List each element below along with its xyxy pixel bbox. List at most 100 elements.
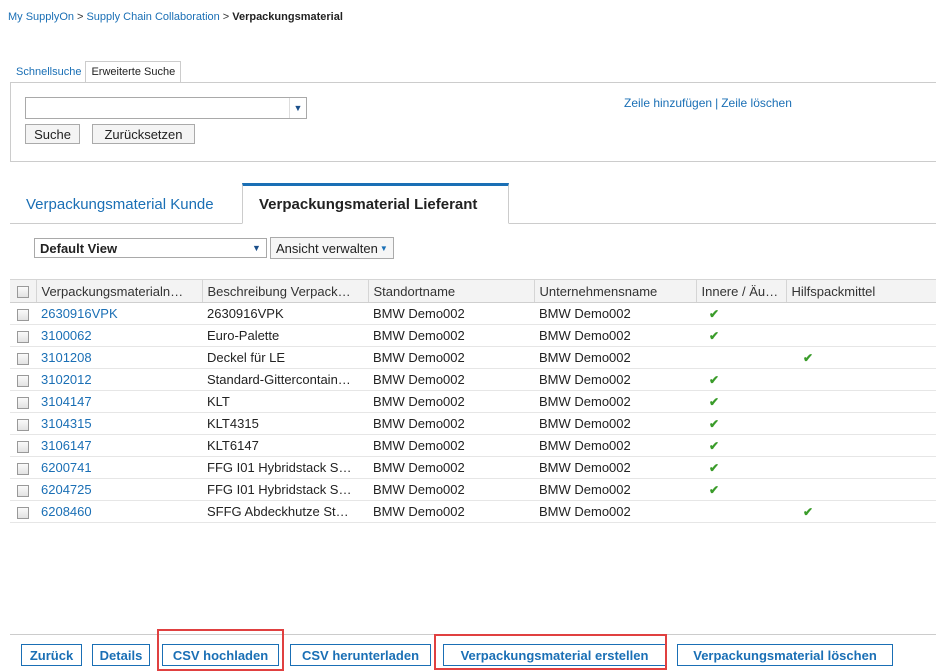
checkmark-icon: ✔ (709, 439, 720, 453)
row-checkbox[interactable] (10, 434, 36, 457)
column-header-company-name[interactable]: Unternehmensname (534, 279, 697, 303)
material-number-link[interactable]: 6200741 (36, 456, 202, 479)
column-header-description[interactable]: Beschreibung Verpack… (202, 279, 369, 303)
table-row[interactable]: 3100062 Euro-Palette BMW Demo002 BMW Demo00… (10, 324, 936, 347)
table-row[interactable]: 3102012 Standard-Gittercontain… BMW Demo00… (10, 368, 936, 391)
row-checkbox[interactable] (10, 390, 36, 413)
tab-quick-search[interactable]: Schnellsuche (11, 62, 85, 82)
material-number-link[interactable]: 3101208 (36, 346, 202, 369)
checkmark-icon: ✔ (709, 417, 720, 431)
back-button[interactable]: Zurück (21, 644, 82, 666)
table-row[interactable]: 3104147 KLT BMW Demo002 BMW Demo002 ✔ (10, 390, 936, 413)
column-header-aux-packaging[interactable]: Hilfspackmittel (786, 279, 936, 303)
table-row[interactable]: 3106147 KLT6147 BMW Demo002 BMW Demo002 ✔ (10, 434, 936, 457)
company-name-cell: BMW Demo002 (534, 346, 696, 369)
material-number-link[interactable]: 3106147 (36, 434, 202, 457)
search-button[interactable]: Suche (25, 124, 80, 144)
inner-outer-cell (696, 500, 786, 523)
material-number-link[interactable]: 3100062 (36, 324, 202, 347)
tab-packaging-customer[interactable]: Verpackungsmaterial Kunde (10, 185, 242, 223)
description-cell: FFG I01 Hybridstack S… (202, 456, 368, 479)
material-number-link[interactable]: 6204725 (36, 478, 202, 501)
checkmark-icon: ✔ (709, 461, 720, 475)
breadcrumb-current: Verpackungsmaterial (232, 11, 343, 23)
site-name-cell: BMW Demo002 (368, 434, 534, 457)
aux-packaging-cell: ✔ (786, 346, 936, 369)
main-tabs: Verpackungsmaterial Kunde Verpackungsmat… (10, 183, 936, 224)
company-name-cell: BMW Demo002 (534, 500, 696, 523)
breadcrumb-supply-chain-collaboration[interactable]: Supply Chain Collaboration (86, 11, 219, 23)
checkmark-icon: ✔ (709, 373, 720, 387)
checkbox-icon (17, 440, 29, 453)
checkbox-icon (17, 418, 29, 431)
site-name-cell: BMW Demo002 (368, 390, 534, 413)
chevron-down-icon[interactable]: ▼ (289, 98, 306, 118)
select-all-checkbox[interactable] (10, 279, 37, 303)
material-number-link[interactable]: 3104315 (36, 412, 202, 435)
manage-view-button[interactable]: Ansicht verwalten ▼ (270, 237, 394, 259)
row-checkbox[interactable] (10, 368, 36, 391)
table-row[interactable]: 3104315 KLT4315 BMW Demo002 BMW Demo002 ✔ (10, 412, 936, 435)
table-row[interactable]: 6200741 FFG I01 Hybridstack S… BMW Demo002… (10, 456, 936, 479)
column-header-site-name[interactable]: Standortname (368, 279, 535, 303)
checkmark-icon: ✔ (803, 505, 814, 519)
checkbox-icon (17, 506, 29, 519)
site-name-cell: BMW Demo002 (368, 302, 534, 325)
row-actions-separator: | (715, 96, 719, 110)
table-header-row: Verpackungsmaterialn… Beschreibung Verpa… (10, 279, 936, 303)
add-row-link[interactable]: Zeile hinzufügen (624, 96, 712, 110)
checkbox-icon (17, 374, 29, 387)
reset-button[interactable]: Zurücksetzen (92, 124, 195, 144)
breadcrumb-my-supplyon[interactable]: My SupplyOn (8, 11, 74, 23)
inner-outer-cell: ✔ (696, 478, 786, 501)
row-checkbox[interactable] (10, 302, 36, 325)
delete-packaging-button[interactable]: Verpackungsmaterial löschen (677, 644, 893, 666)
row-checkbox[interactable] (10, 478, 36, 501)
details-button[interactable]: Details (92, 644, 150, 666)
inner-outer-cell: ✔ (696, 434, 786, 457)
table-row[interactable]: 6208460 SFFG Abdeckhutze St… BMW Demo002 BM… (10, 500, 936, 523)
material-number-link[interactable]: 3104147 (36, 390, 202, 413)
manage-view-label: Ansicht verwalten (276, 240, 378, 256)
aux-packaging-cell (786, 302, 936, 325)
material-number-link[interactable]: 2630916VPK (36, 302, 202, 325)
csv-download-button[interactable]: CSV herunterladen (290, 644, 431, 666)
column-header-inner-outer[interactable]: Innere / Äu… (696, 279, 787, 303)
checkmark-icon: ✔ (709, 307, 720, 321)
search-criteria-select[interactable]: ▼ (25, 97, 307, 119)
company-name-cell: BMW Demo002 (534, 434, 696, 457)
table-row[interactable]: 6204725 FFG I01 Hybridstack S… BMW Demo002… (10, 478, 936, 501)
table-row[interactable]: 2630916VPK 2630916VPK BMW Demo002 BMW Demo0… (10, 302, 936, 325)
row-checkbox[interactable] (10, 456, 36, 479)
description-cell: SFFG Abdeckhutze St… (202, 500, 368, 523)
checkbox-icon (17, 330, 29, 343)
column-header-material-number[interactable]: Verpackungsmaterialn… (36, 279, 203, 303)
inner-outer-cell: ✔ (696, 368, 786, 391)
description-cell: KLT (202, 390, 368, 413)
aux-packaging-cell (786, 412, 936, 435)
row-checkbox[interactable] (10, 412, 36, 435)
company-name-cell: BMW Demo002 (534, 478, 696, 501)
checkbox-icon (17, 308, 29, 321)
description-cell: 2630916VPK (202, 302, 368, 325)
view-select[interactable]: Default View (34, 238, 248, 258)
material-number-link[interactable]: 6208460 (36, 500, 202, 523)
table-row[interactable]: 3101208 Deckel für LE BMW Demo002 BMW Demo0… (10, 346, 936, 369)
chevron-down-icon[interactable]: ▼ (247, 238, 267, 258)
row-checkbox[interactable] (10, 346, 36, 369)
row-actions: Zeile hinzufügen | Zeile löschen (624, 96, 792, 110)
material-number-link[interactable]: 3102012 (36, 368, 202, 391)
description-cell: KLT4315 (202, 412, 368, 435)
highlight-csv-upload (157, 629, 284, 671)
breadcrumb: My SupplyOn > Supply Chain Collaboration > V… (8, 11, 343, 23)
inner-outer-cell: ✔ (696, 302, 786, 325)
row-checkbox[interactable] (10, 500, 36, 523)
tab-packaging-supplier[interactable]: Verpackungsmaterial Lieferant (242, 183, 509, 224)
description-cell: Euro-Palette (202, 324, 368, 347)
tab-advanced-search[interactable]: Erweiterte Suche (85, 61, 182, 83)
row-checkbox[interactable] (10, 324, 36, 347)
aux-packaging-cell (786, 434, 936, 457)
delete-row-link[interactable]: Zeile löschen (721, 96, 792, 110)
highlight-create-packaging (434, 634, 667, 670)
site-name-cell: BMW Demo002 (368, 456, 534, 479)
